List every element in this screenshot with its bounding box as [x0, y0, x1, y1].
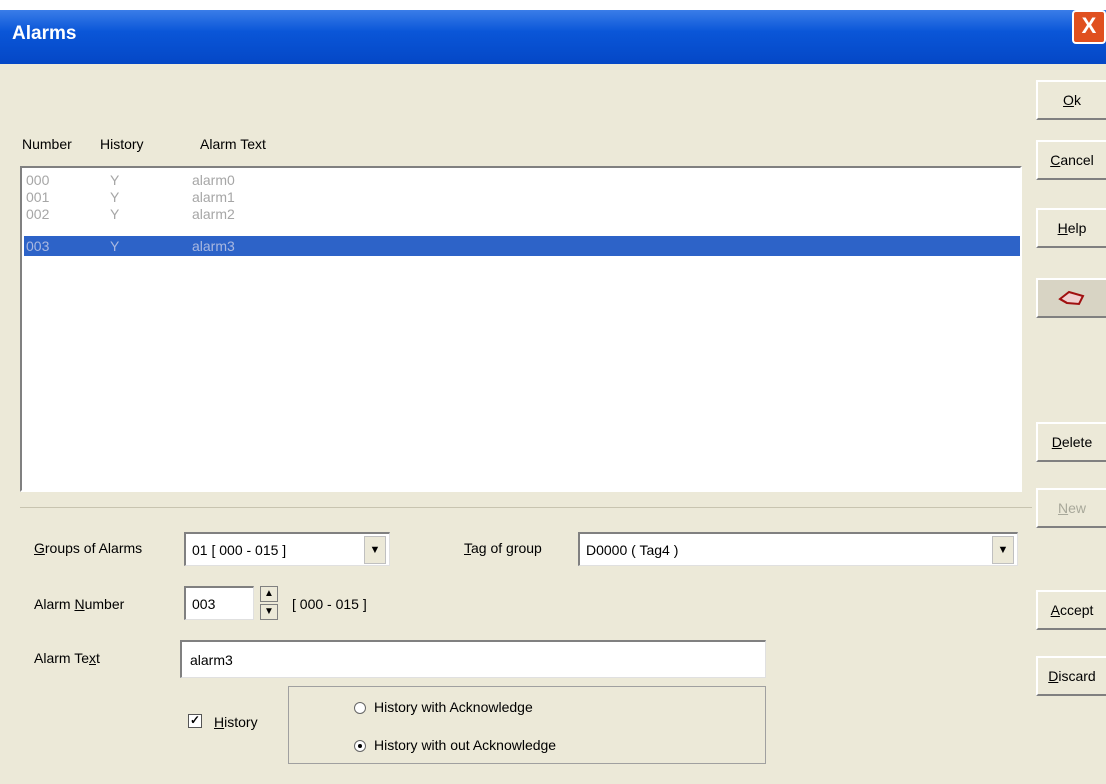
- ok-button[interactable]: Ok: [1036, 80, 1106, 120]
- chevron-down-icon[interactable]: ▼: [364, 536, 386, 564]
- window-title: Alarms: [12, 23, 77, 44]
- cell-number: 000: [26, 172, 50, 188]
- cell-history: Y: [110, 189, 120, 205]
- cancel-button[interactable]: Cancel: [1036, 140, 1106, 180]
- list-item-selected[interactable]: 003 Y alarm3: [24, 236, 1020, 256]
- list-item[interactable]: 002 Y alarm2: [24, 207, 1020, 221]
- alarm-text-label: Alarm Text: [34, 650, 100, 666]
- col-header-history[interactable]: History: [100, 136, 144, 152]
- close-button[interactable]: X: [1072, 10, 1106, 44]
- chevron-down-icon[interactable]: ▼: [992, 536, 1014, 564]
- cell-number: 001: [26, 189, 50, 205]
- new-button[interactable]: New: [1036, 488, 1106, 528]
- cell-history: Y: [110, 172, 120, 188]
- alarm-text-input[interactable]: alarm3: [180, 640, 766, 678]
- pin-button[interactable]: [1036, 278, 1106, 318]
- help-button[interactable]: Help: [1036, 208, 1106, 248]
- tag-of-group-value: D0000 ( Tag4 ): [586, 542, 679, 558]
- groups-of-alarms-value: 01 [ 000 - 015 ]: [192, 542, 287, 558]
- spin-up-icon[interactable]: ▲: [260, 586, 278, 602]
- cell-text: alarm2: [192, 206, 235, 222]
- tag-of-group-label: Tag of group: [464, 540, 542, 556]
- history-label: History: [214, 714, 258, 730]
- cell-number: 003: [26, 238, 50, 254]
- alarm-number-input[interactable]: 003: [184, 586, 254, 620]
- title-bar: Alarms: [0, 10, 1106, 64]
- col-header-number[interactable]: Number: [22, 136, 72, 152]
- alarm-number-range: [ 000 - 015 ]: [292, 596, 367, 612]
- pin-icon: [1058, 290, 1085, 306]
- spin-down-icon[interactable]: ▼: [260, 604, 278, 620]
- alarm-number-label: Alarm Number: [34, 596, 125, 612]
- tag-of-group-dropdown[interactable]: D0000 ( Tag4 ) ▼: [578, 532, 1018, 566]
- list-item[interactable]: 000 Y alarm0: [24, 173, 1020, 187]
- cell-number: 002: [26, 206, 50, 222]
- list-header: Number History Alarm Text: [20, 124, 1020, 166]
- cell-text: alarm3: [192, 238, 235, 254]
- radio-history-with-ack-label[interactable]: History with Acknowledge: [374, 699, 533, 715]
- alarm-list[interactable]: 000 Y alarm0 001 Y alarm1 002 Y alarm2 0…: [20, 166, 1022, 492]
- cell-history: Y: [110, 206, 120, 222]
- discard-button[interactable]: Discard: [1036, 656, 1106, 696]
- accept-button[interactable]: Accept: [1036, 590, 1106, 630]
- delete-button[interactable]: Delete: [1036, 422, 1106, 462]
- divider: [20, 507, 1032, 508]
- radio-history-without-ack[interactable]: [354, 740, 366, 752]
- history-checkbox[interactable]: ✓: [188, 714, 202, 728]
- col-header-alarm-text[interactable]: Alarm Text: [200, 136, 266, 152]
- cell-text: alarm0: [192, 172, 235, 188]
- list-item[interactable]: 001 Y alarm1: [24, 190, 1020, 204]
- cell-text: alarm1: [192, 189, 235, 205]
- groups-of-alarms-label: Groups of Alarms: [34, 540, 143, 556]
- cell-history: Y: [110, 238, 120, 254]
- radio-history-without-ack-label[interactable]: History with out Acknowledge: [374, 737, 556, 753]
- groups-of-alarms-dropdown[interactable]: 01 [ 000 - 015 ] ▼: [184, 532, 390, 566]
- radio-history-with-ack[interactable]: [354, 702, 366, 714]
